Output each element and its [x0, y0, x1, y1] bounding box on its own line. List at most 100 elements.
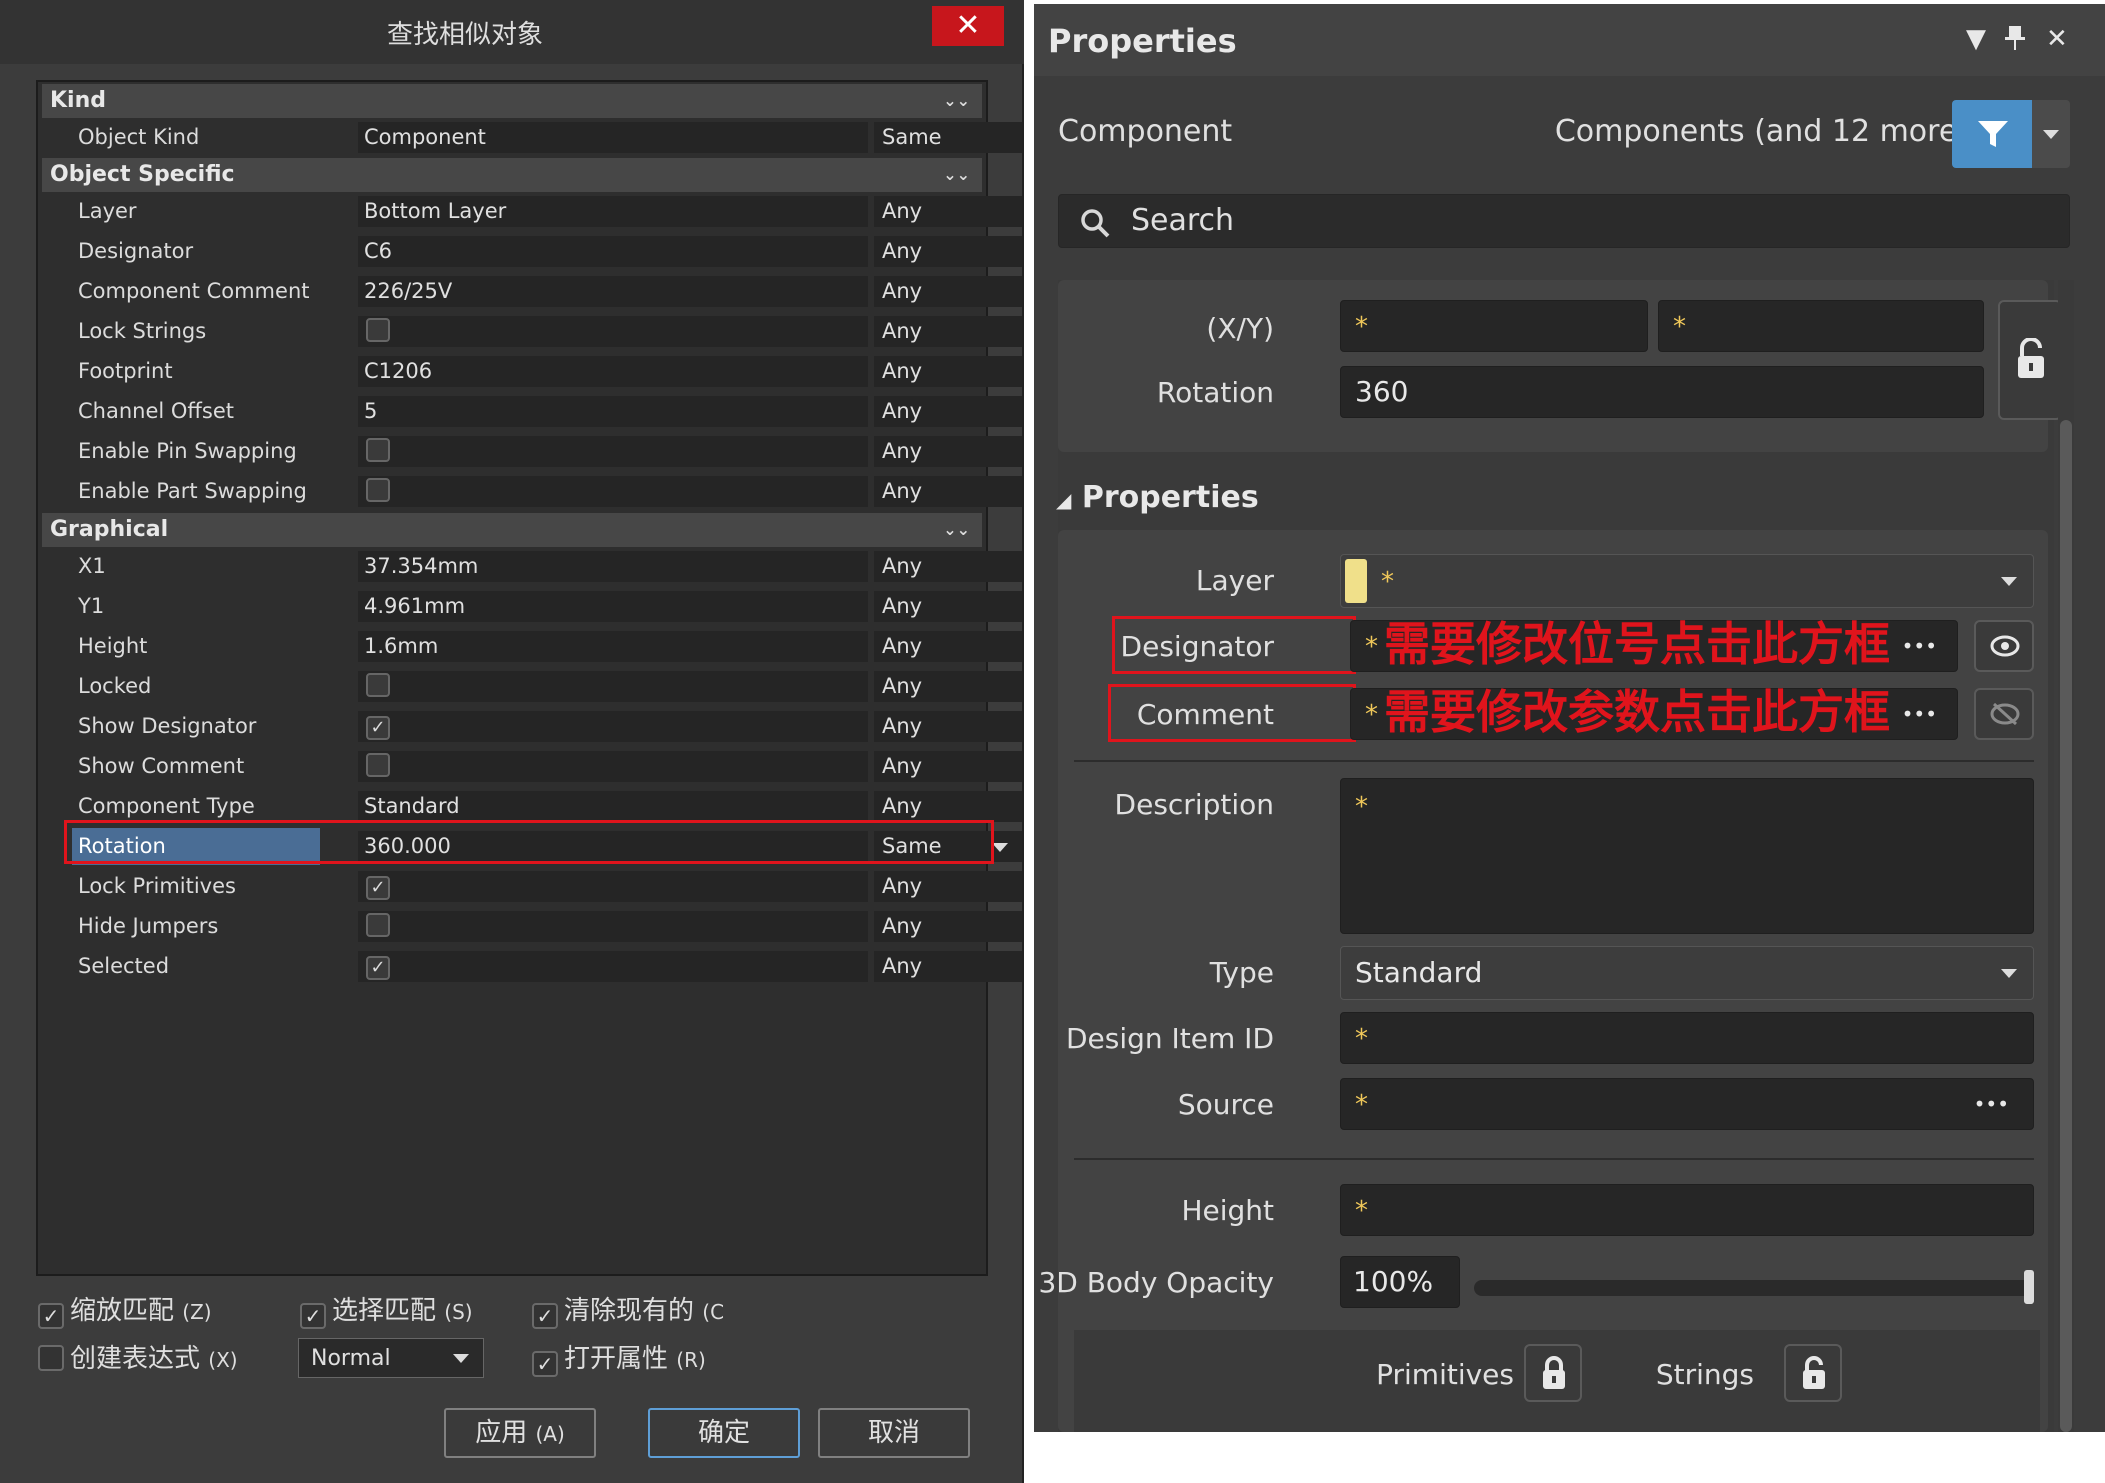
close-icon[interactable]: ✕	[2046, 24, 2068, 54]
filter-button[interactable]	[1952, 100, 2032, 168]
pin-icon[interactable]	[2004, 24, 2026, 59]
rotation-field[interactable]: 360	[1340, 366, 1984, 418]
section-kind[interactable]: Kind ⌄⌄	[42, 84, 982, 118]
checkbox[interactable]	[366, 318, 390, 342]
primitives-lock-button[interactable]	[1524, 1344, 1582, 1402]
row-value[interactable]: Component	[358, 122, 868, 153]
row-mode[interactable]: Any	[874, 751, 1022, 782]
checkbox-checked[interactable]: ✓	[532, 1351, 558, 1377]
checkbox[interactable]	[366, 913, 390, 937]
comment-visibility-button[interactable]	[1974, 688, 2034, 740]
checkbox[interactable]	[366, 753, 390, 777]
scrollbar-thumb[interactable]	[2060, 420, 2072, 1432]
search-input[interactable]: Search	[1058, 194, 2070, 248]
open-properties-option[interactable]: ✓ 打开属性 (R)	[532, 1338, 706, 1377]
grid-row[interactable]: Lock Primitives ✓ Any	[42, 868, 1022, 905]
checkbox-checked[interactable]: ✓	[366, 956, 390, 980]
create-expression-option[interactable]: 创建表达式 (X)	[38, 1338, 238, 1375]
row-mode[interactable]: Any	[874, 316, 1022, 347]
row-value[interactable]	[358, 671, 868, 702]
type-select[interactable]: Standard	[1340, 946, 2034, 1000]
row-value[interactable]: ✓	[358, 711, 868, 742]
grid-row[interactable]: Channel Offset 5 Any	[42, 393, 1022, 430]
grid-row[interactable]: Show Designator ✓ Any	[42, 708, 1022, 745]
row-mode[interactable]: Any	[874, 396, 1022, 427]
chevron-down-icon[interactable]	[453, 1354, 469, 1363]
grid-row[interactable]: Height 1.6mm Any	[42, 628, 1022, 665]
row-value[interactable]: Bottom Layer	[358, 196, 868, 227]
grid-row[interactable]: Component Comment 226/25V Any	[42, 273, 1022, 310]
row-value[interactable]	[358, 436, 868, 467]
clear-existing-option[interactable]: ✓ 清除现有的 (C	[532, 1290, 724, 1329]
checkbox-checked[interactable]: ✓	[38, 1303, 64, 1329]
row-value[interactable]: 4.961mm	[358, 591, 868, 622]
source-field[interactable]: * •••	[1340, 1078, 2034, 1130]
grid-row[interactable]: Enable Pin Swapping Any	[42, 433, 1022, 470]
row-value[interactable]: C1206	[358, 356, 868, 387]
row-mode[interactable]: Any	[874, 276, 1022, 307]
checkbox-checked[interactable]: ✓	[366, 876, 390, 900]
grid-row[interactable]: Locked Any	[42, 668, 1022, 705]
row-mode[interactable]: Same	[874, 122, 1022, 153]
row-mode[interactable]: Any	[874, 951, 1022, 982]
row-value[interactable]: C6	[358, 236, 868, 267]
collapse-chevron-icon[interactable]: ⌄⌄	[943, 158, 970, 192]
chevron-down-icon[interactable]	[992, 843, 1008, 852]
layer-select[interactable]: *	[1340, 554, 2034, 608]
ok-button[interactable]: 确定	[648, 1408, 800, 1458]
row-value[interactable]: ✓	[358, 951, 868, 982]
checkbox[interactable]	[366, 673, 390, 697]
checkbox[interactable]	[38, 1345, 64, 1371]
grid-row[interactable]: Object Kind Component Same	[42, 119, 1022, 156]
checkbox-checked[interactable]: ✓	[300, 1303, 326, 1329]
checkbox-checked[interactable]: ✓	[366, 716, 390, 740]
select-match-option[interactable]: ✓ 选择匹配 (S)	[300, 1290, 473, 1329]
y-field[interactable]: *	[1658, 300, 1984, 352]
grid-row[interactable]: Designator C6 Any	[42, 233, 1022, 270]
grid-row[interactable]: Hide Jumpers Any	[42, 908, 1022, 945]
grid-row[interactable]: Footprint C1206 Any	[42, 353, 1022, 390]
row-mode[interactable]: Any	[874, 236, 1022, 267]
checkbox[interactable]	[366, 438, 390, 462]
section-object-specific[interactable]: Object Specific ⌄⌄	[42, 158, 982, 192]
grid-row[interactable]: Show Comment Any	[42, 748, 1022, 785]
row-mode[interactable]: Any	[874, 911, 1022, 942]
row-value[interactable]: 226/25V	[358, 276, 868, 307]
properties-section-header[interactable]: ◢ Properties	[1056, 480, 1259, 515]
collapse-triangle-icon[interactable]: ◢	[1056, 488, 1071, 512]
row-mode[interactable]: Any	[874, 196, 1022, 227]
opacity-field[interactable]: 100%	[1340, 1256, 1460, 1308]
row-mode[interactable]: Any	[874, 671, 1022, 702]
strings-lock-button[interactable]	[1784, 1344, 1842, 1402]
grid-row[interactable]: Layer Bottom Layer Any	[42, 193, 1022, 230]
zoom-match-option[interactable]: ✓ 缩放匹配 (Z)	[38, 1290, 212, 1329]
opacity-slider-thumb[interactable]	[2024, 1270, 2034, 1304]
checkbox[interactable]	[366, 478, 390, 502]
dropdown-triangle-icon[interactable]: ▼	[1966, 24, 1986, 54]
more-icon[interactable]: •••	[1974, 1079, 2009, 1129]
row-value[interactable]	[358, 316, 868, 347]
row-value[interactable]	[358, 911, 868, 942]
more-icon[interactable]: •••	[1902, 689, 1937, 739]
row-mode[interactable]: Any	[874, 711, 1022, 742]
grid-row[interactable]: Y1 4.961mm Any	[42, 588, 1022, 625]
row-mode[interactable]: Any	[874, 631, 1022, 662]
x-field[interactable]: *	[1340, 300, 1648, 352]
description-field[interactable]: *	[1340, 778, 2034, 934]
opacity-slider-track[interactable]	[1474, 1280, 2034, 1296]
row-mode[interactable]: Any	[874, 871, 1022, 902]
section-graphical[interactable]: Graphical ⌄⌄	[42, 513, 982, 547]
row-mode[interactable]: Any	[874, 791, 1022, 822]
grid-row[interactable]: Selected ✓ Any	[42, 948, 1022, 985]
row-mode[interactable]: Any	[874, 476, 1022, 507]
height-field[interactable]: *	[1340, 1184, 2034, 1236]
row-value[interactable]	[358, 476, 868, 507]
row-value[interactable]: 1.6mm	[358, 631, 868, 662]
close-button[interactable]: ✕	[932, 6, 1004, 46]
grid-row[interactable]: Enable Part Swapping Any	[42, 473, 1022, 510]
filter-dropdown-button[interactable]	[2032, 100, 2070, 168]
grid-row[interactable]: X1 37.354mm Any	[42, 548, 1022, 585]
grid-row[interactable]: Lock Strings Any	[42, 313, 1022, 350]
row-mode[interactable]: Any	[874, 436, 1022, 467]
row-value[interactable]: 5	[358, 396, 868, 427]
